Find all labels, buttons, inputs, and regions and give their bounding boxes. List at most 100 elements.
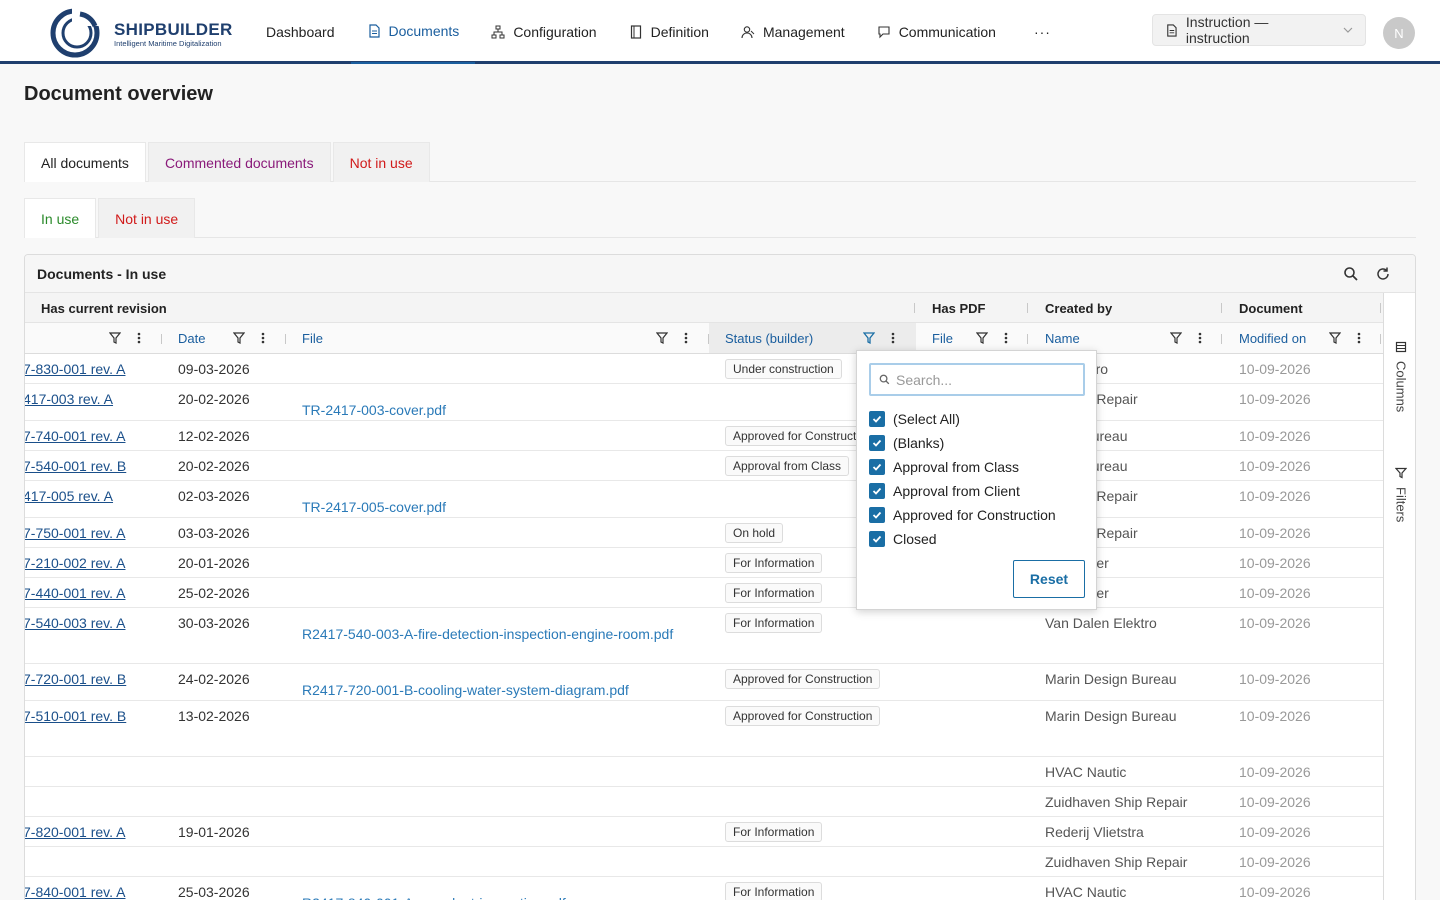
table-row[interactable]: 7-440-001 rev. A 25-02-2026 For Informatio… [25, 578, 1383, 608]
column-pdf-file[interactable]: File [932, 331, 953, 346]
column-status-builder[interactable]: Status (builder) [725, 331, 813, 346]
instruction-selector[interactable]: Instruction — instruction [1152, 14, 1366, 46]
document-number-link[interactable]: 7-540-001 rev. B [25, 458, 126, 474]
table-row[interactable]: 7-740-001 rev. A 12-02-2026 Approved for C… [25, 421, 1383, 451]
table-row[interactable]: 7-840-001 rev. A 25-03-2026 R2417-840-001-… [25, 877, 1383, 900]
column-separator[interactable] [1221, 334, 1222, 344]
checkbox-checked-icon[interactable] [869, 435, 885, 451]
nav-communication[interactable]: Communication [861, 0, 1012, 64]
tab-not-in-use[interactable]: Not in use [332, 142, 430, 182]
table-row[interactable]: 7-720-001 rev. B 24-02-2026 R2417-720-001-… [25, 664, 1383, 701]
document-number-link[interactable]: 7-440-001 rev. A [25, 585, 125, 601]
filter-option[interactable]: Closed [869, 529, 937, 549]
table-row[interactable]: Zuidhaven Ship Repair 10-09-2026 [25, 787, 1383, 817]
filter-option[interactable]: Approved for Construction [869, 505, 1056, 525]
checkbox-checked-icon[interactable] [869, 483, 885, 499]
column-date[interactable]: Date [178, 331, 205, 346]
column-menu-icon[interactable] [887, 331, 899, 345]
column-separator[interactable] [914, 303, 915, 313]
document-number-link[interactable]: 7-750-001 rev. A [25, 525, 125, 541]
column-separator[interactable] [1027, 303, 1028, 313]
column-menu-icon[interactable] [680, 331, 692, 345]
column-separator[interactable] [1380, 334, 1381, 344]
modified-on-date: 10-09-2026 [1239, 585, 1311, 601]
column-separator[interactable] [161, 334, 162, 344]
tab-commented-documents[interactable]: Commented documents [147, 142, 331, 182]
table-row[interactable]: 7-750-001 rev. A03-03-2026On holden Ship… [25, 518, 1383, 548]
table-row[interactable]: 7-540-001 rev. B 20-02-2026 Approval from … [25, 451, 1383, 481]
filter-active-icon[interactable] [863, 331, 875, 345]
filters-panel-button[interactable]: Filters [1384, 467, 1415, 522]
filter-option[interactable]: Approval from Client [869, 481, 1020, 501]
side-tool-panel: Columns Filters [1383, 293, 1415, 900]
filter-icon[interactable] [656, 331, 668, 345]
document-number-link[interactable]: 7-510-001 rev. B [25, 708, 126, 724]
nav-management[interactable]: Management [725, 0, 861, 64]
filter-icon[interactable] [1170, 331, 1182, 345]
filter-search-box[interactable] [869, 363, 1085, 396]
revision-file-link[interactable]: R2417-720-001-B-cooling-water-system-dia… [302, 682, 629, 698]
column-menu-icon[interactable] [1000, 331, 1012, 345]
table-row[interactable]: 7-830-001 rev. A 09-03-2026 Under construc… [25, 354, 1383, 384]
document-number-link[interactable]: 7-740-001 rev. A [25, 428, 125, 444]
table-row[interactable]: 7-510-001 rev. B 13-02-2026 Approved for C… [25, 701, 1383, 757]
filter-option[interactable]: (Blanks) [869, 433, 944, 453]
tab-in-use[interactable]: In use [24, 198, 97, 238]
column-menu-icon[interactable] [1194, 331, 1206, 345]
checkbox-checked-icon[interactable] [869, 411, 885, 427]
filter-option[interactable]: Approval from Class [869, 457, 1019, 477]
shipbuilder-logo[interactable]: SHIPBUILDER Intelligent Maritime Digital… [50, 8, 250, 58]
tab-not-in-use-sub[interactable]: Not in use [98, 198, 196, 238]
tab-all-documents[interactable]: All documents [24, 142, 146, 182]
filter-icon[interactable] [1329, 331, 1341, 345]
nav-definition[interactable]: Definition [613, 0, 725, 64]
document-number-link[interactable]: 417-003 rev. A [25, 391, 113, 407]
main-nav: Dashboard Documents Configuration Defini… [250, 0, 1073, 64]
document-number-link[interactable]: 7-540-003 rev. A [25, 615, 125, 631]
revision-file-link[interactable]: TR-2417-003-cover.pdf [302, 402, 446, 418]
filter-icon[interactable] [976, 331, 988, 345]
columns-panel-button[interactable]: Columns [1384, 341, 1415, 412]
reset-button[interactable]: Reset [1013, 560, 1085, 598]
document-number-link[interactable]: 417-005 rev. A [25, 488, 113, 504]
filter-icon[interactable] [109, 331, 121, 345]
nav-documents[interactable]: Documents [350, 0, 476, 64]
column-modified-on[interactable]: Modified on [1239, 331, 1306, 346]
column-menu-icon[interactable] [133, 331, 145, 345]
refresh-icon[interactable] [1375, 266, 1391, 282]
document-number-link[interactable]: 7-820-001 rev. A [25, 824, 125, 840]
column-separator[interactable] [1027, 334, 1028, 344]
table-row[interactable]: Zuidhaven Ship Repair 10-09-2026 [25, 847, 1383, 877]
document-number-link[interactable]: 7-830-001 rev. A [25, 361, 125, 377]
checkbox-checked-icon[interactable] [869, 459, 885, 475]
column-separator[interactable] [1221, 303, 1222, 313]
table-row[interactable]: 7-820-001 rev. A 19-01-2026 For Informatio… [25, 817, 1383, 847]
filter-option[interactable]: (Select All) [869, 409, 960, 429]
column-name[interactable]: Name [1045, 331, 1080, 346]
nav-more-button[interactable]: ··· [1012, 0, 1073, 64]
filter-search-input[interactable] [896, 371, 1076, 388]
table-row[interactable]: 417-005 rev. A 02-03-2026 TR-2417-005-cove… [25, 481, 1383, 518]
column-menu-icon[interactable] [1353, 331, 1365, 345]
column-separator[interactable] [1380, 303, 1381, 313]
revision-file-link[interactable]: R2417-540-003-A-fire-detection-inspectio… [302, 626, 673, 642]
search-icon[interactable] [1343, 266, 1359, 282]
column-separator[interactable] [285, 334, 286, 344]
document-number-link[interactable]: 7-210-002 rev. A [25, 555, 125, 571]
table-row[interactable]: HVAC Nautic 10-09-2026 [25, 757, 1383, 787]
revision-file-link[interactable]: R2417-840-001-A-rsw-plant-inspection.pdf [302, 895, 566, 900]
document-number-link[interactable]: 7-720-001 rev. B [25, 671, 126, 687]
table-row[interactable]: 7-540-003 rev. A 30-03-2026 R2417-540-003-… [25, 608, 1383, 664]
column-menu-icon[interactable] [257, 331, 269, 345]
table-row[interactable]: 7-210-002 rev. A 20-01-2026 For Informatio… [25, 548, 1383, 578]
document-number-link[interactable]: 7-840-001 rev. A [25, 884, 125, 900]
checkbox-checked-icon[interactable] [869, 531, 885, 547]
filter-icon[interactable] [233, 331, 245, 345]
column-file[interactable]: File [302, 331, 323, 346]
nav-dashboard[interactable]: Dashboard [250, 0, 351, 64]
user-avatar[interactable]: N [1383, 17, 1415, 49]
revision-file-link[interactable]: TR-2417-005-cover.pdf [302, 499, 446, 515]
nav-configuration[interactable]: Configuration [475, 0, 612, 64]
table-row[interactable]: 417-003 rev. A 20-02-2026 TR-2417-003-cove… [25, 384, 1383, 421]
checkbox-checked-icon[interactable] [869, 507, 885, 523]
